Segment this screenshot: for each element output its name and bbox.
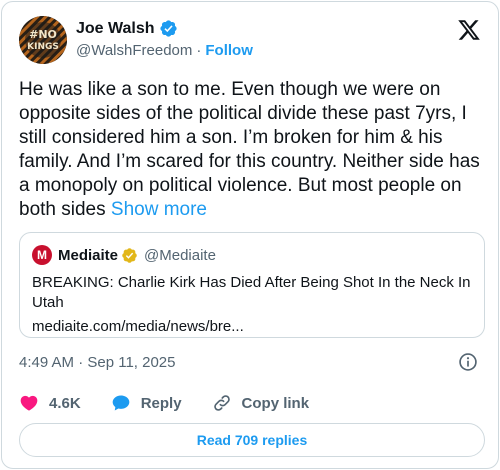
quote-link[interactable]: mediaite.com/media/news/bre... [32, 317, 472, 337]
read-replies-button[interactable]: Read 709 replies [19, 423, 485, 457]
info-icon[interactable] [458, 352, 478, 372]
no-kings-logo: #NO KINGS [19, 16, 67, 64]
mediaite-avatar-letter: M [37, 248, 47, 262]
mediaite-avatar: M [32, 245, 52, 265]
copy-link-button[interactable]: Copy link [212, 393, 310, 413]
svg-text:#NO: #NO [29, 28, 57, 41]
x-logo-icon[interactable] [457, 18, 481, 42]
like-button[interactable]: 4.6K [19, 393, 81, 413]
gold-verified-badge-icon [122, 247, 137, 263]
quote-text: BREAKING: Charlie Kirk Has Died After Be… [32, 274, 471, 311]
quoted-tweet[interactable]: M Mediaite @Mediaite BREAKING: Charlie K… [19, 232, 485, 338]
tweet-card: #NO KINGS Joe Walsh @WalshFreedom · Foll… [1, 1, 499, 469]
quote-author-name: Mediaite [58, 246, 119, 264]
author-handle[interactable]: @WalshFreedom [76, 42, 192, 59]
copy-link-label: Copy link [241, 394, 310, 412]
quote-author-handle: @Mediaite [144, 246, 216, 264]
follow-button[interactable]: Follow [205, 42, 253, 59]
reply-button[interactable]: Reply [111, 393, 182, 413]
author-name[interactable]: Joe Walsh [76, 20, 155, 38]
reply-bubble-icon [112, 395, 130, 411]
link-icon [213, 395, 230, 411]
like-count: 4.6K [49, 394, 81, 412]
handle-separator: · [196, 42, 202, 59]
tweet-body: He was like a son to me. Even though we … [19, 78, 489, 222]
svg-text:KINGS: KINGS [27, 42, 59, 52]
tweet-text: He was like a son to me. Even though we … [19, 79, 480, 220]
heart-icon [20, 395, 38, 411]
reply-label: Reply [140, 394, 182, 412]
author-avatar[interactable]: #NO KINGS [19, 16, 67, 64]
verified-badge-icon [159, 20, 177, 37]
show-more-link[interactable]: Show more [111, 199, 207, 220]
tweet-timestamp[interactable]: 4:49 AM · Sep 11, 2025 [19, 354, 176, 371]
